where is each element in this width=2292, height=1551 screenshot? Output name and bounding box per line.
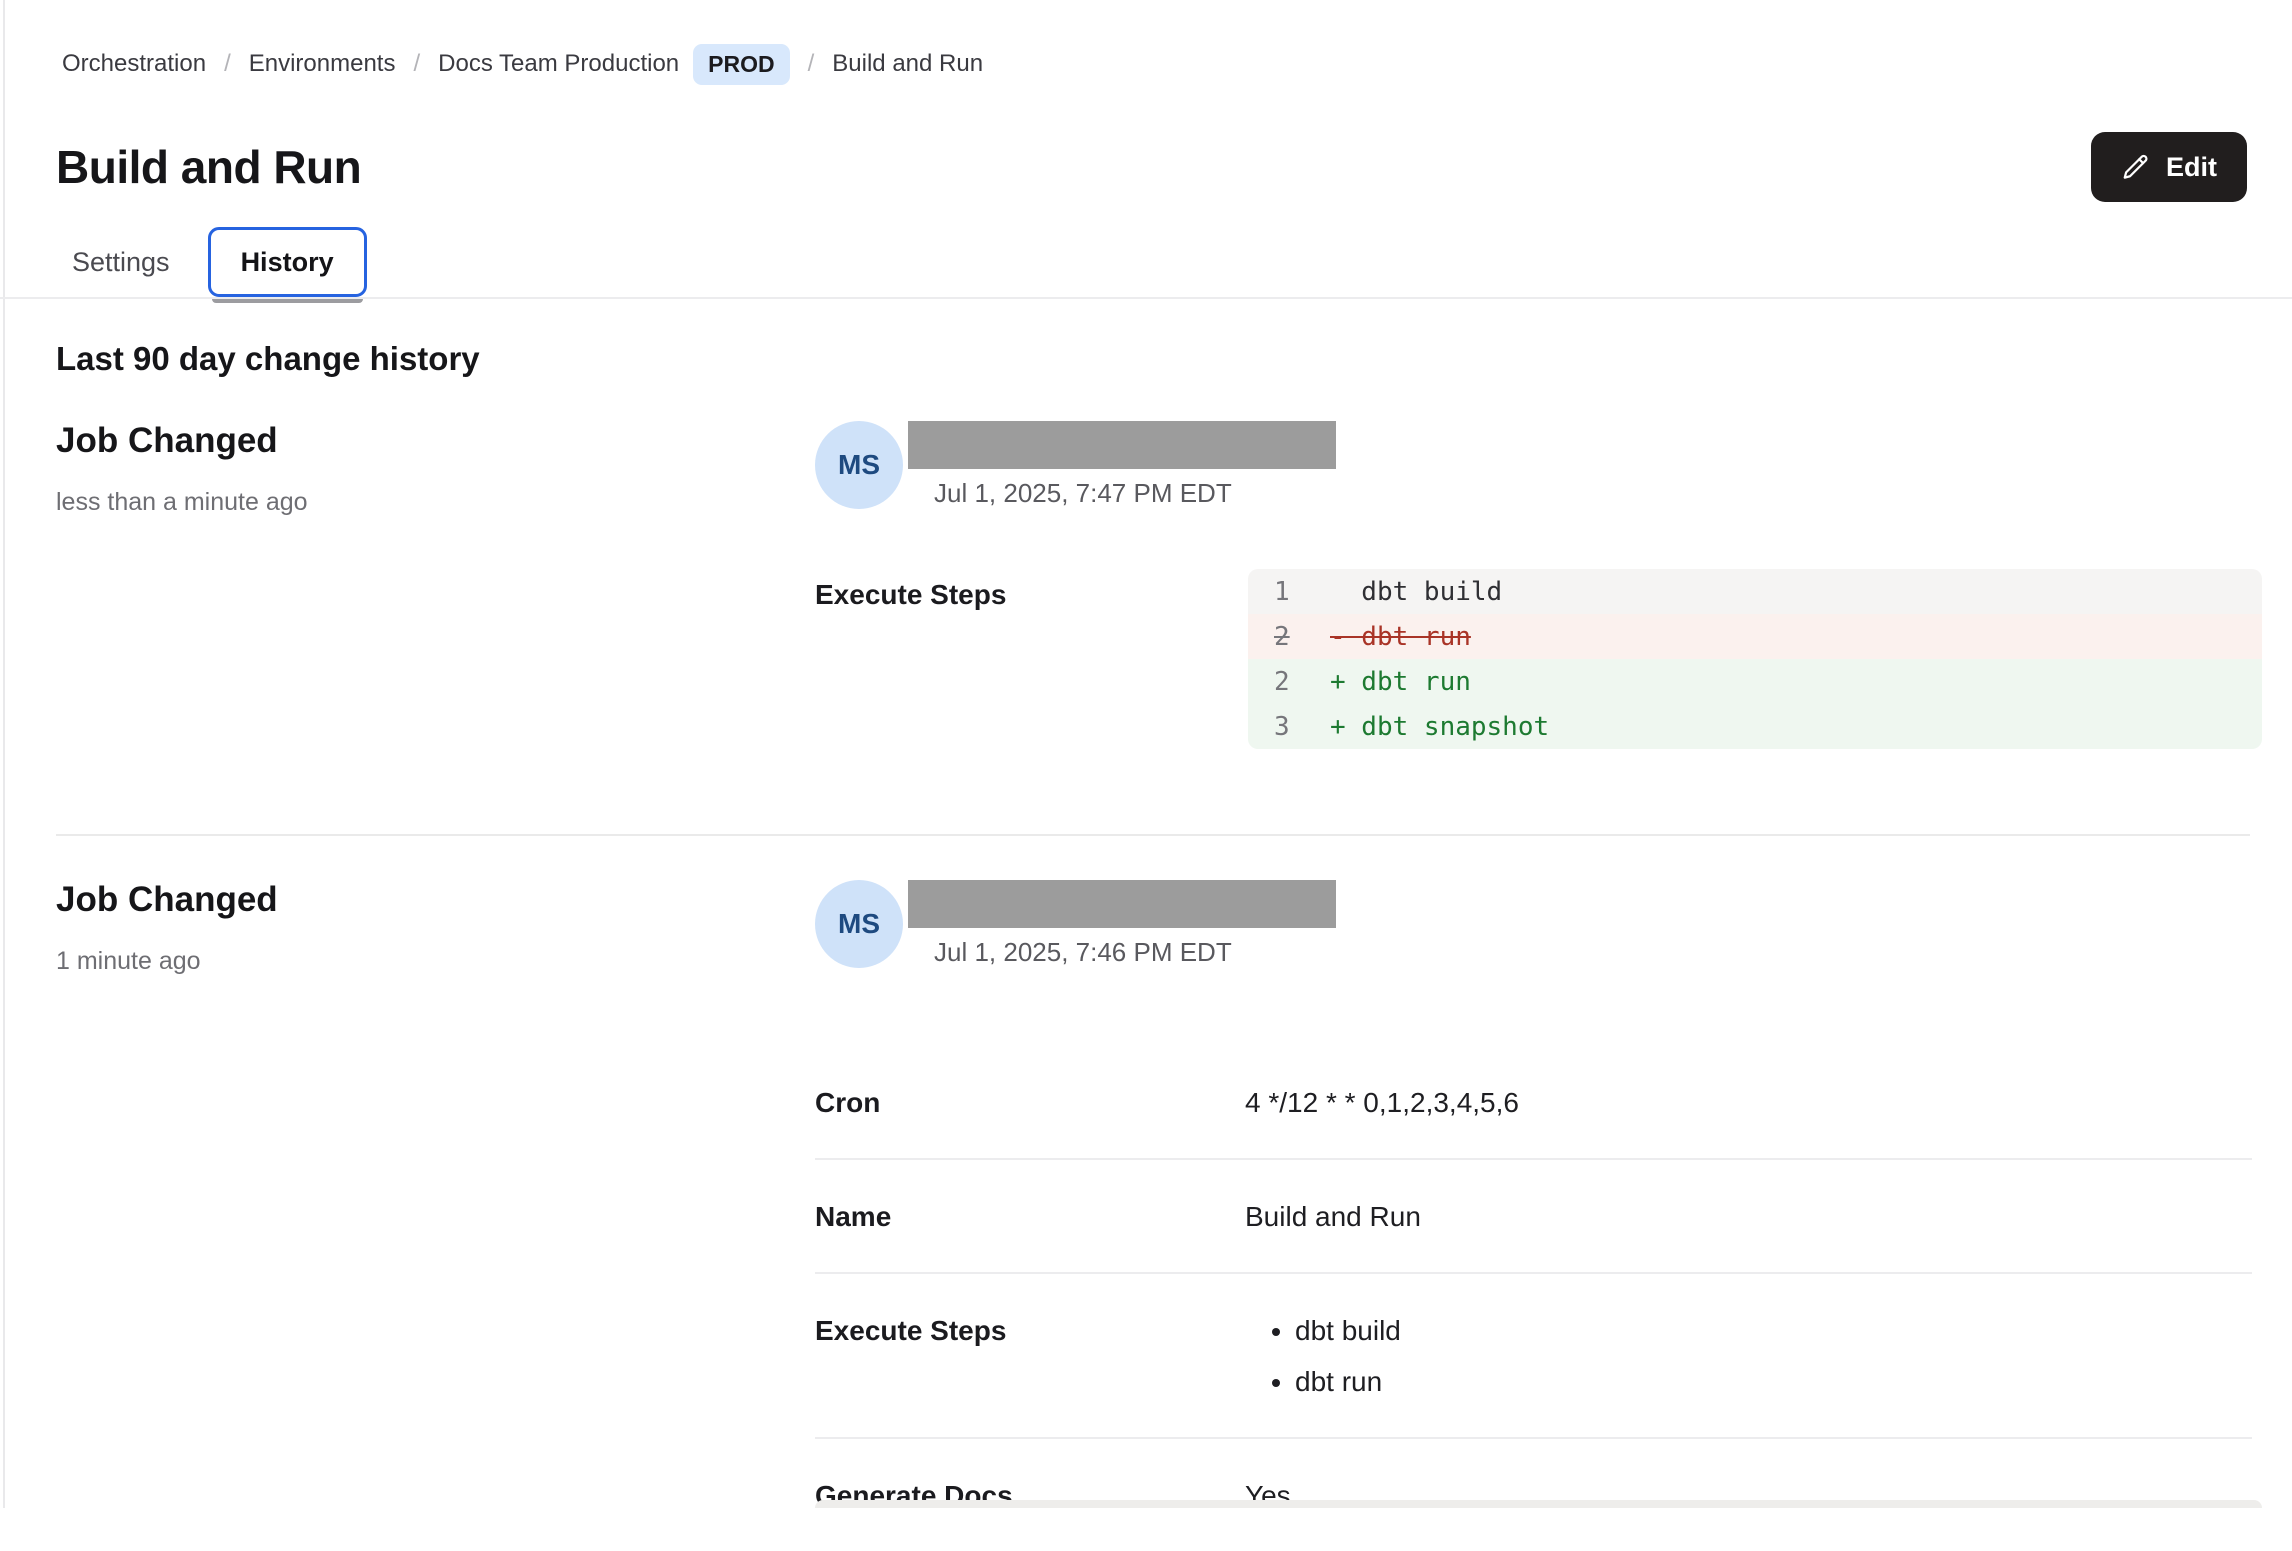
breadcrumb-separator: / (808, 50, 815, 78)
redacted-username (908, 421, 1336, 469)
execute-step-item: dbt run (1295, 1365, 2252, 1399)
user-row: MS Jul 1, 2025, 7:46 PM EDT (815, 880, 2292, 968)
diff-gutter: 2 (1274, 622, 1330, 652)
breadcrumb-separator: / (224, 50, 231, 78)
diff-code: - dbt run (1330, 622, 1471, 652)
prod-badge: PROD (693, 44, 789, 85)
avatar-initials: MS (838, 449, 880, 481)
user-row: MS Jul 1, 2025, 7:47 PM EDT (815, 421, 2292, 509)
execute-steps-list: dbt build dbt run (1245, 1314, 2252, 1399)
detail-label: Execute Steps (815, 1314, 1245, 1399)
entry-timestamp: Jul 1, 2025, 7:47 PM EDT (934, 477, 1336, 509)
tab-history-wrap: History (208, 227, 367, 297)
detail-rows: Cron 4 */12 * * 0,1,2,3,4,5,6 Name Build… (815, 1046, 2252, 1551)
field-label-execute-steps: Execute Steps (815, 569, 1248, 749)
entry-event: Job Changed (56, 421, 815, 461)
diff-line-added: 2 + dbt run (1248, 659, 2262, 704)
edit-button[interactable]: Edit (2091, 132, 2247, 202)
diff-line-added: 3 + dbt snapshot (1248, 704, 2262, 749)
detail-row-name: Name Build and Run (815, 1160, 2252, 1274)
detail-label: Cron (815, 1086, 1245, 1120)
detail-row-generate-docs: Generate Docs Yes (815, 1439, 2252, 1551)
entry-detail: MS Jul 1, 2025, 7:47 PM EDT Execute Step… (815, 421, 2292, 749)
diff-gutter: 1 (1274, 577, 1330, 607)
breadcrumb-environments[interactable]: Environments (249, 50, 396, 78)
breadcrumb-current-page: Build and Run (832, 50, 983, 78)
execute-steps-change-row: Execute Steps 1 dbt build 2 - dbt run 2 … (815, 569, 2262, 749)
detail-label: Name (815, 1200, 1245, 1234)
tab-bar: Settings History (0, 227, 2292, 299)
diff-gutter: 2 (1274, 667, 1330, 697)
diff-line-context: 1 dbt build (1248, 569, 2262, 614)
entry-summary: Job Changed 1 minute ago (56, 880, 815, 1551)
change-entry-2: Job Changed 1 minute ago MS Jul 1, 2025,… (56, 880, 2292, 1551)
detail-row-cron: Cron 4 */12 * * 0,1,2,3,4,5,6 (815, 1046, 2252, 1160)
diff-code: + dbt run (1330, 667, 1471, 697)
detail-row-execute-steps: Execute Steps dbt build dbt run (815, 1274, 2252, 1439)
breadcrumb-orchestration[interactable]: Orchestration (62, 50, 206, 78)
entry-event: Job Changed (56, 880, 815, 920)
page-header: Build and Run Edit (0, 132, 2292, 202)
breadcrumb-separator: / (413, 50, 420, 78)
redacted-username (908, 880, 1336, 928)
avatar-initials: MS (838, 908, 880, 940)
diff-line-removed: 2 - dbt run (1248, 614, 2262, 659)
execute-step-item: dbt build (1295, 1314, 2252, 1348)
detail-value: 4 */12 * * 0,1,2,3,4,5,6 (1245, 1086, 2252, 1120)
detail-value: Build and Run (1245, 1200, 2252, 1234)
active-tab-underline (212, 299, 363, 303)
diff-code: + dbt snapshot (1330, 712, 1549, 742)
entry-divider (56, 834, 2250, 836)
breadcrumb-environment-name[interactable]: Docs Team Production (438, 50, 679, 78)
execute-steps-diff: 1 dbt build 2 - dbt run 2 + dbt run 3 + … (1248, 569, 2262, 749)
breadcrumb: Orchestration / Environments / Docs Team… (0, 0, 2292, 86)
tab-settings[interactable]: Settings (56, 227, 186, 297)
user-meta: Jul 1, 2025, 7:46 PM EDT (908, 880, 1336, 968)
user-meta: Jul 1, 2025, 7:47 PM EDT (908, 421, 1336, 509)
avatar: MS (815, 880, 903, 968)
section-title: Last 90 day change history (56, 339, 2292, 379)
diff-gutter: 3 (1274, 712, 1330, 742)
next-block-top-edge (815, 1500, 2262, 1508)
change-entry-1: Job Changed less than a minute ago MS Ju… (56, 421, 2292, 749)
entry-time-ago: less than a minute ago (56, 487, 815, 517)
pencil-icon (2121, 152, 2151, 182)
history-panel: Last 90 day change history Job Changed l… (0, 339, 2292, 1551)
entry-summary: Job Changed less than a minute ago (56, 421, 815, 749)
entry-time-ago: 1 minute ago (56, 946, 815, 976)
edit-button-label: Edit (2166, 152, 2217, 183)
diff-code: dbt build (1330, 577, 1502, 607)
avatar: MS (815, 421, 903, 509)
entry-timestamp: Jul 1, 2025, 7:46 PM EDT (934, 936, 1336, 968)
tab-history[interactable]: History (208, 227, 367, 297)
entry-detail: MS Jul 1, 2025, 7:46 PM EDT Cron 4 */12 … (815, 880, 2292, 1551)
page-title: Build and Run (56, 132, 361, 202)
